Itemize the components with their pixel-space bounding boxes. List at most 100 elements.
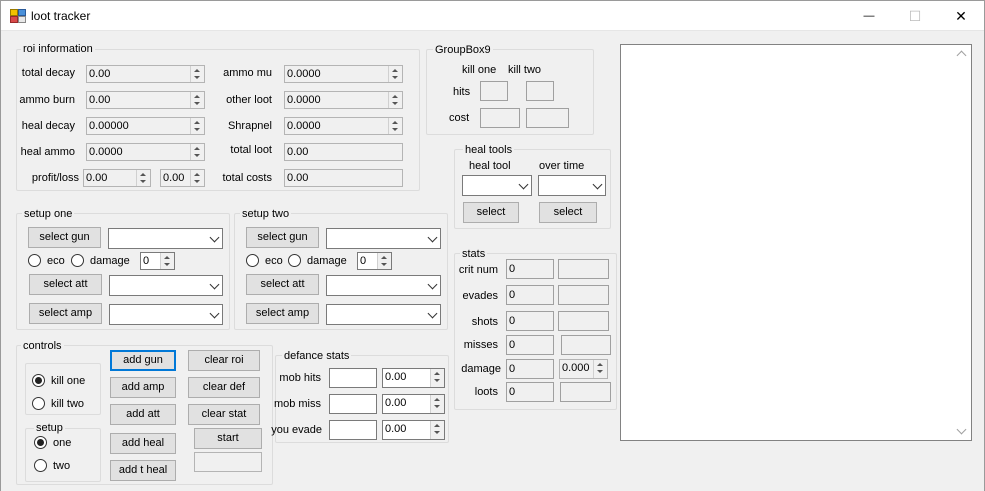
clear-def-button[interactable]: clear def [188, 377, 260, 398]
add-amp-button[interactable]: add amp [110, 377, 176, 398]
damage-label: damage [461, 363, 501, 375]
start-button[interactable]: start [194, 428, 262, 449]
over-time-select-button[interactable]: select [539, 202, 597, 223]
mob-miss-field[interactable]: 0.00 [382, 394, 445, 414]
clear-stat-button[interactable]: clear stat [188, 404, 260, 425]
loots-field-2[interactable] [560, 382, 611, 402]
kill-two-label: kill two [508, 64, 542, 76]
heal-tool-dropdown[interactable] [462, 175, 532, 196]
spin-arrows-icon[interactable] [388, 92, 402, 108]
profit-loss-field-2[interactable]: 0.00 [160, 169, 205, 187]
vertical-scrollbar[interactable] [954, 45, 971, 440]
scroll-down-icon[interactable] [956, 424, 967, 435]
setup-two-select-att-button[interactable]: select att [246, 274, 319, 295]
setup-one-amp-dropdown[interactable] [109, 304, 223, 325]
add-heal-button[interactable]: add heal [110, 433, 176, 454]
setup-one-select-att-button[interactable]: select att [29, 274, 102, 295]
setup-two-gun-dropdown[interactable] [326, 228, 441, 249]
spin-arrows-icon[interactable] [190, 92, 204, 108]
setup-one-gun-dropdown[interactable] [108, 228, 223, 249]
status-field[interactable] [194, 452, 262, 472]
clear-roi-button[interactable]: clear roi [188, 350, 260, 371]
log-listbox[interactable] [620, 44, 972, 441]
mob-hits-field[interactable]: 0.00 [382, 368, 445, 388]
setup-one-select-amp-button[interactable]: select amp [29, 303, 102, 324]
you-evade-input[interactable] [329, 420, 377, 440]
chevron-down-icon [209, 279, 220, 290]
shots-field-2[interactable] [558, 311, 609, 331]
heal-ammo-field[interactable]: 0.0000 [86, 143, 205, 161]
total-decay-label: total decay [21, 67, 75, 79]
setup-one-damage-radio[interactable] [71, 254, 84, 267]
total-costs-field[interactable]: 0.00 [284, 169, 403, 187]
mob-miss-input[interactable] [329, 394, 377, 414]
misses-field[interactable]: 0 [506, 335, 554, 355]
spin-arrows-icon[interactable] [136, 170, 150, 186]
spin-arrows-icon[interactable] [430, 421, 444, 439]
setup-one-select-gun-button[interactable]: select gun [28, 227, 101, 248]
kill-one-radio[interactable] [32, 374, 45, 387]
spin-arrows-icon[interactable] [190, 170, 204, 186]
ammo-burn-label: ammo burn [19, 94, 75, 106]
setup-two-eco-radio[interactable] [246, 254, 259, 267]
shots-field[interactable]: 0 [506, 311, 554, 331]
add-t-heal-button[interactable]: add t heal [110, 460, 176, 481]
loots-field[interactable]: 0 [506, 382, 554, 402]
spin-arrows-icon[interactable] [593, 360, 607, 378]
crit-num-field[interactable]: 0 [506, 259, 554, 279]
spin-arrows-icon[interactable] [430, 369, 444, 387]
setup-two-att-dropdown[interactable] [326, 275, 441, 296]
spin-arrows-icon[interactable] [388, 66, 402, 82]
setup-one-att-dropdown[interactable] [109, 275, 223, 296]
scroll-up-icon[interactable] [956, 50, 967, 61]
spin-arrows-icon[interactable] [388, 118, 402, 134]
shrapnel-field[interactable]: 0.0000 [284, 117, 403, 135]
total-loot-field[interactable]: 0.00 [284, 143, 403, 161]
ammo-burn-field[interactable]: 0.00 [86, 91, 205, 109]
damage-field-2[interactable]: 0.000 [559, 359, 608, 379]
other-loot-field[interactable]: 0.0000 [284, 91, 403, 109]
controls-title: controls [21, 340, 64, 352]
setup-two-count-stepper[interactable]: 0 [357, 252, 392, 270]
setup-one-radio[interactable] [34, 436, 47, 449]
damage-field[interactable]: 0 [506, 359, 554, 379]
spin-arrows-icon[interactable] [190, 66, 204, 82]
setup-one-count-stepper[interactable]: 0 [140, 252, 175, 270]
evades-field-2[interactable] [558, 285, 609, 305]
setup-two-damage-radio[interactable] [288, 254, 301, 267]
window-title: loot tracker [31, 9, 91, 23]
heal-tool-select-button[interactable]: select [463, 202, 519, 223]
total-decay-field[interactable]: 0.00 [86, 65, 205, 83]
setup-two-amp-dropdown[interactable] [326, 304, 441, 325]
spin-arrows-icon[interactable] [160, 253, 174, 269]
kill-two-radio[interactable] [32, 397, 45, 410]
ammo-mu-label: ammo mu [223, 67, 272, 79]
profit-loss-field[interactable]: 0.00 [83, 169, 151, 187]
misses-field-2[interactable] [561, 335, 611, 355]
close-button[interactable]: ✕ [938, 1, 984, 31]
loot-tracker-window: loot tracker — ☐ ✕ roi information total… [0, 0, 985, 491]
ammo-mu-field[interactable]: 0.0000 [284, 65, 403, 83]
evades-field[interactable]: 0 [506, 285, 554, 305]
heal-decay-field[interactable]: 0.00000 [86, 117, 205, 135]
kill-two-cost-field[interactable] [526, 108, 569, 128]
minimize-button[interactable]: — [846, 1, 892, 31]
maximize-button[interactable]: ☐ [892, 1, 938, 31]
mob-hits-input[interactable] [329, 368, 377, 388]
spin-arrows-icon[interactable] [190, 118, 204, 134]
crit-num-field-2[interactable] [558, 259, 609, 279]
setup-two-radio[interactable] [34, 459, 47, 472]
kill-two-hits-field[interactable] [526, 81, 554, 101]
you-evade-field[interactable]: 0.00 [382, 420, 445, 440]
spin-arrows-icon[interactable] [190, 144, 204, 160]
kill-one-hits-field[interactable] [480, 81, 508, 101]
spin-arrows-icon[interactable] [377, 253, 391, 269]
spin-arrows-icon[interactable] [430, 395, 444, 413]
setup-two-select-amp-button[interactable]: select amp [246, 303, 319, 324]
add-gun-button[interactable]: add gun [110, 350, 176, 371]
over-time-dropdown[interactable] [538, 175, 606, 196]
setup-two-select-gun-button[interactable]: select gun [246, 227, 319, 248]
setup-one-eco-radio[interactable] [28, 254, 41, 267]
kill-one-cost-field[interactable] [480, 108, 520, 128]
add-att-button[interactable]: add att [110, 404, 176, 425]
